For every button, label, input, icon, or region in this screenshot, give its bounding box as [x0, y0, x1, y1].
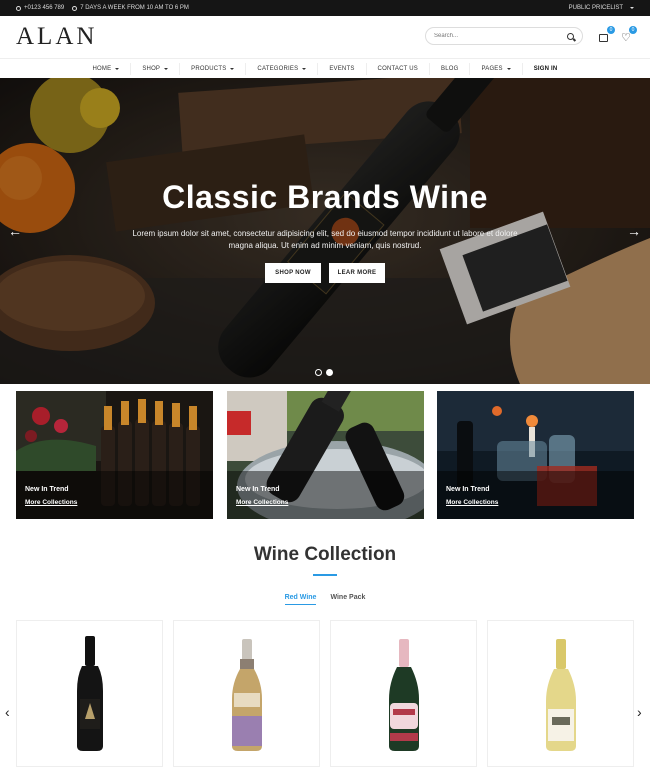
nav-item-sign-in[interactable]: SIGN IN — [521, 62, 569, 75]
nav-item-events[interactable]: EVENTS — [317, 62, 365, 75]
chevron-down-icon — [302, 67, 307, 70]
chevron-left-icon[interactable]: ‹ — [5, 705, 10, 719]
arrow-right-icon[interactable]: → — [627, 224, 641, 238]
collection-banner-2[interactable]: New In Trend More Collections — [227, 391, 424, 519]
nav-item-products[interactable]: PRODUCTS — [179, 62, 245, 75]
wishlist-button[interactable]: ♡ 0 — [619, 26, 637, 44]
nav-label: PRODUCTS — [191, 65, 227, 72]
chevron-down-icon — [115, 67, 120, 70]
chevron-down-icon — [506, 67, 511, 70]
wine-bottle-image — [77, 636, 103, 751]
main-nav: HOME SHOP PRODUCTS CATEGORIES EVENTS CON… — [0, 58, 650, 78]
slider-dot-1[interactable] — [315, 369, 322, 376]
hero-buttons: SHOP NOW LEAR MORE — [0, 263, 650, 283]
section-underline — [313, 574, 337, 576]
banner-link[interactable]: More Collections — [446, 499, 498, 506]
phone-icon — [16, 5, 21, 11]
logo[interactable]: ALAN — [16, 23, 97, 51]
chevron-down-icon — [164, 67, 169, 70]
learn-more-button[interactable]: LEAR MORE — [329, 263, 385, 283]
nav-item-shop[interactable]: SHOP — [130, 62, 179, 75]
nav-label: EVENTS — [329, 65, 355, 72]
nav-label: SIGN IN — [533, 65, 558, 72]
cart-count-badge: 0 — [607, 26, 615, 34]
banner-link[interactable]: More Collections — [236, 499, 288, 506]
nav-item-pages[interactable]: PAGES — [469, 62, 521, 75]
header: ALAN 0 ♡ 0 — [0, 16, 650, 58]
banner-link[interactable]: More Collections — [25, 499, 77, 506]
hero-slider: Classic Brands Wine Lorem ipsum dolor si… — [0, 78, 650, 384]
shop-now-button[interactable]: SHOP NOW — [265, 263, 321, 283]
search-icon[interactable] — [567, 32, 574, 40]
nav-item-categories[interactable]: CATEGORIES — [245, 62, 317, 75]
tab-wine-pack[interactable]: Wine Pack — [330, 594, 365, 605]
product-card[interactable] — [330, 620, 477, 767]
slider-dots — [315, 369, 333, 376]
nav-item-contact[interactable]: CONTACT US — [365, 62, 429, 75]
clock-icon — [72, 5, 78, 11]
nav-label: CONTACT US — [377, 65, 418, 72]
wine-bottle-image — [232, 639, 262, 751]
search-input[interactable] — [434, 33, 567, 39]
nav-item-home[interactable]: HOME — [82, 63, 131, 75]
collection-banner-3[interactable]: New In Trend More Collections — [437, 391, 634, 519]
section-title: Wine Collection — [253, 544, 397, 565]
nav-label: SHOP — [142, 65, 161, 72]
wine-bottle-image — [389, 639, 419, 751]
pricelist-label: PUBLIC PRICELIST — [568, 5, 623, 11]
cart-icon — [599, 34, 608, 42]
pricelist-dropdown[interactable]: PUBLIC PRICELIST — [569, 5, 634, 11]
product-card[interactable] — [487, 620, 634, 767]
nav-label: CATEGORIES — [257, 65, 299, 72]
chevron-down-icon — [630, 7, 634, 9]
top-bar: +0123 456 789 7 DAYS A WEEK FROM 10 AM T… — [0, 0, 650, 16]
cart-button[interactable]: 0 — [597, 26, 615, 44]
chevron-down-icon — [230, 67, 235, 70]
chevron-right-icon[interactable]: › — [637, 705, 642, 719]
opening-hours: 7 DAYS A WEEK FROM 10 AM TO 6 PM — [80, 5, 189, 11]
wine-bottle-image — [546, 639, 576, 751]
hero-title: Classic Brands Wine — [162, 179, 488, 215]
banner-subtitle: New In Trend — [446, 486, 490, 493]
nav-item-blog[interactable]: BLOG — [429, 62, 469, 75]
search-box — [425, 27, 583, 45]
tab-red-wine[interactable]: Red Wine — [284, 594, 317, 605]
nav-label: BLOG — [441, 65, 459, 72]
banner-subtitle: New In Trend — [25, 486, 69, 493]
hours-info: 7 DAYS A WEEK FROM 10 AM TO 6 PM — [72, 5, 189, 11]
product-card[interactable] — [173, 620, 320, 767]
collection-tabs: Red Wine Wine Pack — [0, 594, 650, 605]
arrow-left-icon[interactable]: ← — [8, 224, 22, 238]
hero-description: Lorem ipsum dolor sit amet, consectetur … — [132, 229, 518, 250]
product-card[interactable] — [16, 620, 163, 767]
wishlist-count-badge: 0 — [629, 26, 637, 34]
slider-dot-2[interactable] — [326, 369, 333, 376]
collection-banner-1[interactable]: New In Trend More Collections — [16, 391, 213, 519]
phone-number: +0123 456 789 — [24, 5, 65, 11]
nav-label: PAGES — [481, 65, 503, 72]
phone-info: +0123 456 789 — [16, 5, 64, 11]
heart-icon: ♡ — [621, 32, 631, 44]
nav-label: HOME — [92, 65, 112, 72]
banner-subtitle: New In Trend — [236, 486, 280, 493]
